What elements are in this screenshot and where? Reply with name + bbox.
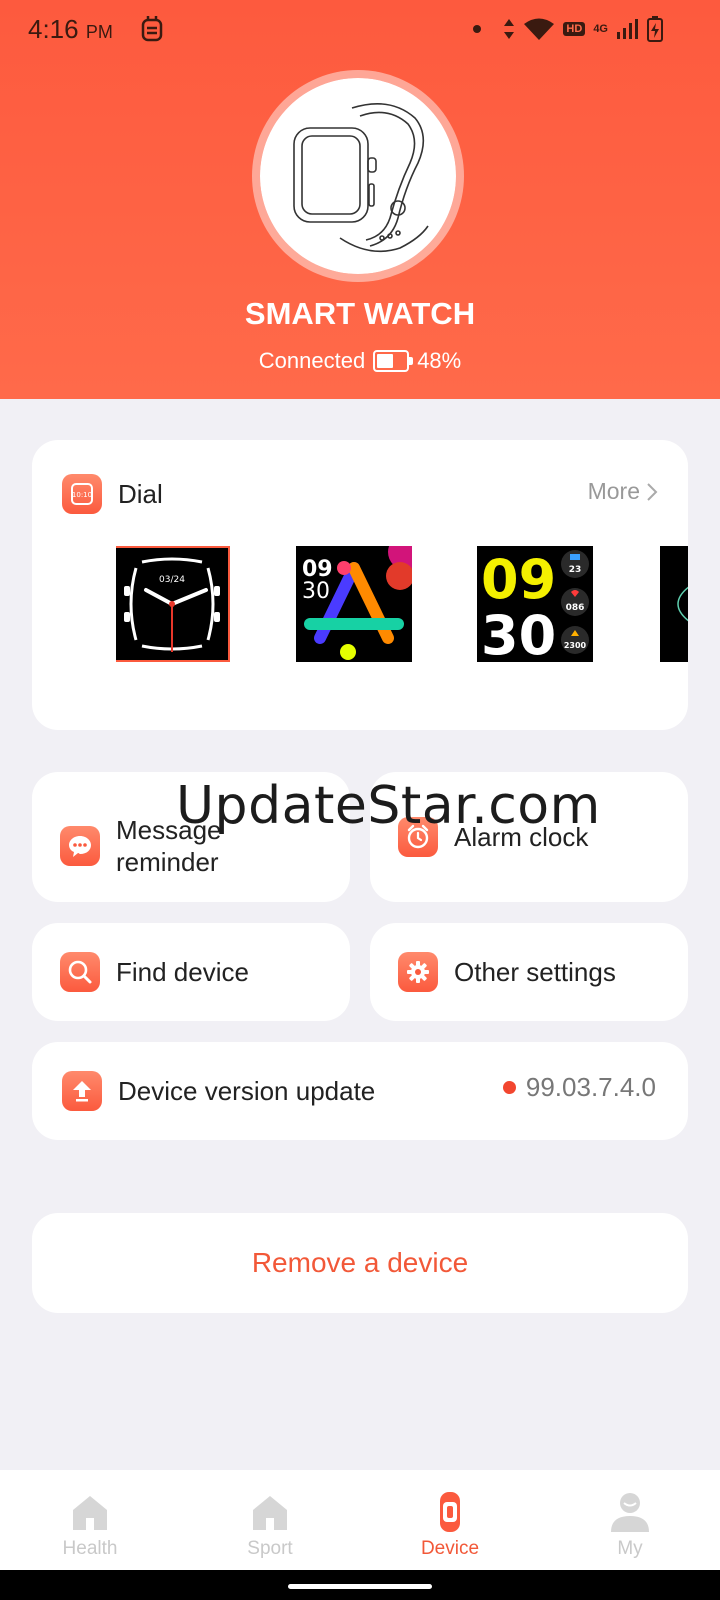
status-time-ampm: PM xyxy=(85,22,113,42)
other-settings-tile[interactable]: Other settings xyxy=(370,923,688,1021)
search-icon xyxy=(60,952,100,992)
svg-text:10:10: 10:10 xyxy=(72,491,92,499)
find-device-label: Find device xyxy=(116,957,249,987)
home-gesture-handle[interactable] xyxy=(288,1584,432,1589)
upload-icon xyxy=(62,1071,102,1111)
digital-watchface-icon: 09 30 23 086 2300 xyxy=(477,546,593,662)
version-update-label-row: Device version update xyxy=(62,1071,375,1111)
watchface-hour: 09 xyxy=(481,548,556,611)
watchface-stat: 2300 xyxy=(564,641,587,650)
dial-card: 10:10 Dial More 03/24 09 30 09 30 23 086… xyxy=(32,440,688,730)
watch-icon xyxy=(440,1492,460,1532)
watchface-stat: 086 xyxy=(566,603,585,613)
message-icon xyxy=(60,826,100,866)
remove-device-label: Remove a device xyxy=(251,1247,469,1278)
battery-fill xyxy=(377,354,393,368)
tab-my-label: My xyxy=(617,1538,643,1559)
dial-face-1[interactable]: 03/24 xyxy=(116,546,230,662)
tab-sport-label: Sport xyxy=(247,1538,293,1559)
dial-header: 10:10 Dial xyxy=(62,474,163,514)
dial-face-2[interactable]: 09 30 xyxy=(296,546,412,662)
status-bar: 4:16 PM HD 4G xyxy=(0,0,720,60)
tab-health-label: Health xyxy=(62,1538,118,1559)
wifi-icon xyxy=(524,18,555,40)
dial-face-list[interactable]: 03/24 09 30 09 30 23 086 2300 xyxy=(116,544,688,664)
watchface-date: 03/24 xyxy=(159,575,185,585)
update-available-dot xyxy=(502,1081,516,1094)
watchface-minute: 30 xyxy=(302,579,330,604)
notification-dot-icon xyxy=(473,25,482,33)
firmware-version: 99.03.7.4.0 xyxy=(502,1072,656,1103)
device-name: SMART WATCH xyxy=(244,296,476,331)
status-icons: HD 4G xyxy=(473,16,664,42)
app-notification-icon xyxy=(141,16,163,42)
bottom-tab-bar: Health Sport Device My xyxy=(0,1470,720,1570)
version-update-row[interactable]: Device version update 99.03.7.4.0 xyxy=(32,1042,688,1140)
analog-watchface-icon: 03/24 xyxy=(116,548,228,660)
device-header: 4:16 PM HD 4G SMART WATCH Connected 48% xyxy=(0,0,720,399)
tab-sport[interactable]: Sport xyxy=(180,1470,360,1570)
find-device-row: Find device xyxy=(60,952,249,992)
connection-status: Connected 48% xyxy=(0,348,720,374)
version-update-label: Device version update xyxy=(118,1076,376,1106)
gear-icon xyxy=(398,952,438,992)
remove-device-button[interactable]: Remove a device xyxy=(32,1213,688,1313)
status-time-value: 4:16 xyxy=(28,14,79,44)
device-image xyxy=(252,70,464,282)
watchface-minute: 30 xyxy=(481,604,556,662)
person-icon xyxy=(611,1493,649,1532)
signal-icon xyxy=(617,19,638,39)
battery-charging-icon xyxy=(647,16,663,42)
watermark: UpdateStar.com xyxy=(176,776,601,836)
dial-face-3[interactable]: 09 30 23 086 2300 xyxy=(477,546,593,662)
dial-title: Dial xyxy=(118,478,163,509)
tab-health[interactable]: Health xyxy=(0,1470,180,1570)
connection-status-label: Connected xyxy=(258,348,366,373)
dial-icon: 10:10 xyxy=(62,474,102,514)
system-navigation-bar xyxy=(0,1570,720,1600)
hd-badge: HD xyxy=(563,22,586,36)
dial-face-4[interactable] xyxy=(660,546,688,662)
battery-percent: 48% xyxy=(417,348,462,373)
tab-device-label: Device xyxy=(420,1538,480,1559)
data-transfer-icon xyxy=(504,19,515,39)
dial-more-link[interactable]: More xyxy=(588,478,658,505)
watchface-stat: 23 xyxy=(569,565,582,575)
firmware-version-value: 99.03.7.4.0 xyxy=(525,1072,656,1102)
other-settings-row: Other settings xyxy=(398,952,616,992)
find-device-tile[interactable]: Find device xyxy=(32,923,350,1021)
minimal-watchface-icon xyxy=(660,546,688,662)
status-time: 4:16 PM xyxy=(28,14,113,45)
dial-more-label: More xyxy=(587,478,640,504)
house-icon xyxy=(253,1496,287,1530)
house-icon xyxy=(73,1496,107,1530)
other-settings-label: Other settings xyxy=(454,957,616,987)
network-type: 4G xyxy=(593,23,608,35)
tab-my[interactable]: My xyxy=(540,1470,720,1570)
chevron-right-icon xyxy=(647,482,658,501)
colorful-watchface-icon: 09 30 xyxy=(296,546,412,662)
battery-icon xyxy=(373,350,414,372)
tab-device[interactable]: Device xyxy=(360,1470,540,1570)
smartwatch-illustration-icon xyxy=(293,102,429,253)
